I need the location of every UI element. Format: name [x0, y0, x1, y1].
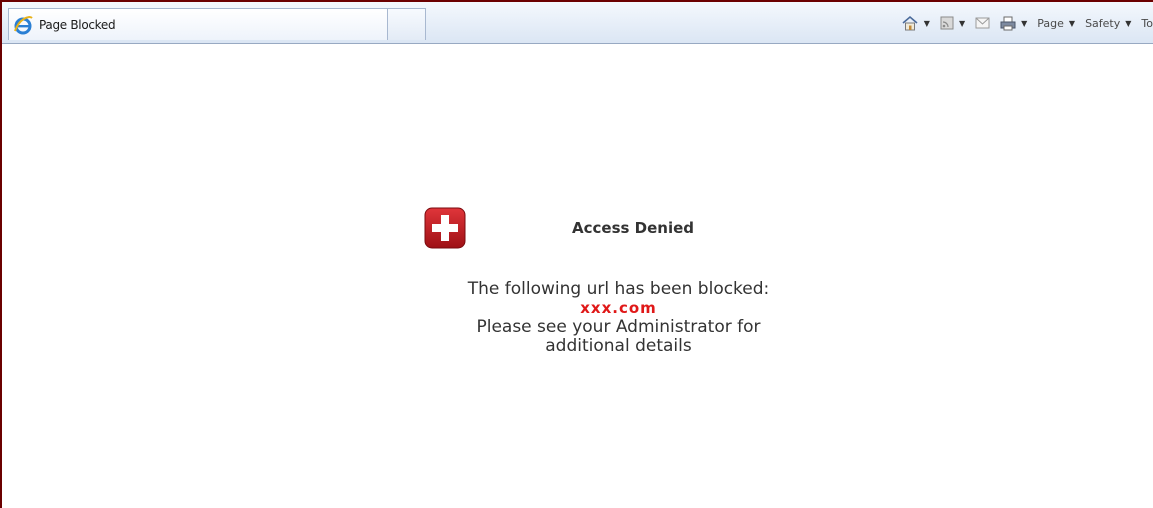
chevron-down-icon[interactable]: ▼ [1021, 19, 1027, 28]
message-line-2: Please see your Administrator for [476, 317, 761, 337]
blocked-url: xxx.com [580, 299, 657, 317]
message-line-1: The following url has been blocked: [467, 279, 770, 299]
feeds-button[interactable]: ▼ [940, 16, 965, 30]
tools-menu-label: To [1141, 16, 1153, 30]
page-menu-label: Page [1037, 16, 1064, 30]
chevron-down-icon[interactable]: ▼ [924, 19, 930, 28]
safety-menu[interactable]: Safety ▼ [1085, 17, 1131, 30]
home-button[interactable]: ▼ [901, 15, 930, 31]
tab-title: Page Blocked [39, 17, 116, 32]
ie-logo-icon [13, 15, 33, 35]
tools-menu[interactable]: To [1141, 17, 1153, 30]
tab-page-blocked[interactable]: Page Blocked [8, 8, 388, 40]
message-line-3: additional details [545, 336, 692, 356]
print-icon [1000, 16, 1016, 31]
blocked-cross-icon [424, 207, 466, 249]
chevron-down-icon[interactable]: ▼ [959, 19, 965, 28]
chevron-down-icon: ▼ [1068, 18, 1076, 28]
home-icon [901, 15, 919, 31]
mail-icon [975, 17, 990, 29]
feeds-icon [940, 16, 954, 30]
safety-menu-label: Safety [1085, 16, 1121, 30]
mail-button[interactable] [975, 17, 990, 29]
chevron-down-icon: ▼ [1125, 18, 1132, 28]
page-content: Access Denied The following url has been… [2, 44, 1153, 508]
browser-window: Page Blocked ▼ ▼ ▼ Page ▼ Safety ▼ To Ac… [0, 0, 1153, 508]
new-tab-button[interactable] [388, 8, 426, 40]
page-menu[interactable]: Page ▼ [1037, 17, 1075, 30]
page-title: Access Denied [572, 219, 694, 237]
command-bar: ▼ ▼ ▼ Page ▼ Safety ▼ To [901, 10, 1153, 36]
tab-toolbar: Page Blocked ▼ ▼ ▼ Page ▼ Safety ▼ To [2, 0, 1153, 44]
block-message: The following url has been blocked: xxx.… [2, 280, 1153, 356]
print-button[interactable]: ▼ [1000, 16, 1027, 31]
